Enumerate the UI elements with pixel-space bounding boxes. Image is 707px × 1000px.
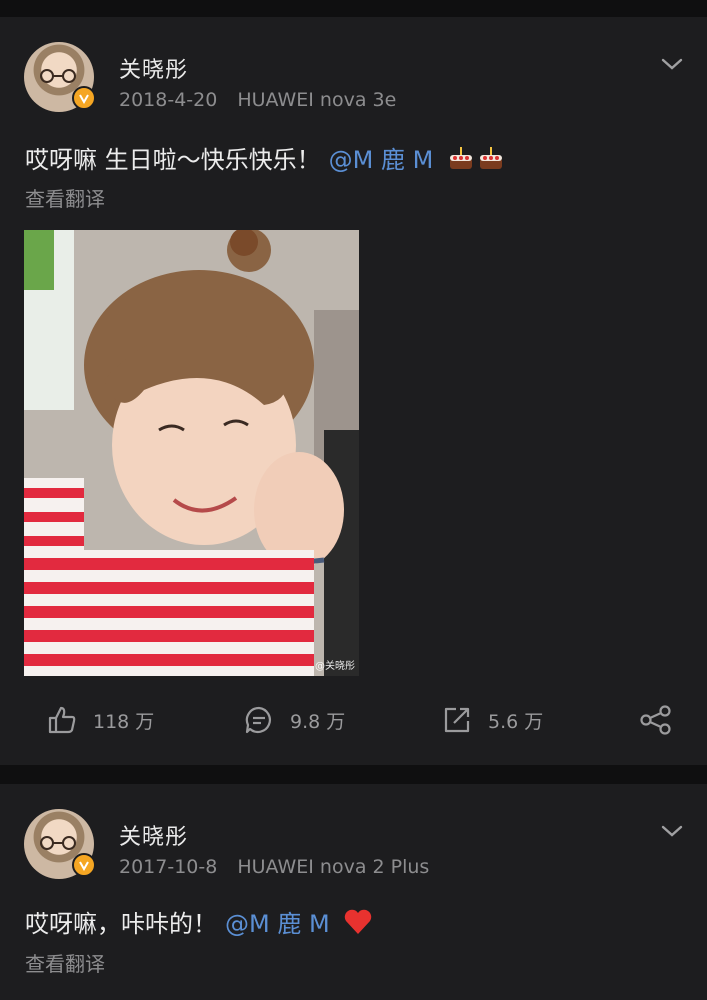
- mention-link[interactable]: @M 鹿 M: [329, 146, 434, 174]
- repost-button[interactable]: 5.6 万: [442, 700, 543, 740]
- image-watermark: @关晓彤: [315, 661, 355, 672]
- comment-icon: [245, 706, 271, 734]
- mention-link[interactable]: @M 鹿 M: [225, 910, 330, 938]
- share-button[interactable]: [640, 700, 688, 740]
- repost-icon: [444, 707, 470, 733]
- post-meta: 2018-4-20 HUAWEI nova 3e: [119, 89, 396, 111]
- like-count: 118 万: [93, 710, 155, 733]
- post-actions: 118 万 9.8 万 5.6 万: [0, 700, 707, 740]
- share-icon: [640, 705, 671, 735]
- post-date: 2018-4-20: [119, 89, 218, 111]
- post-card[interactable]: 关晓彤 2018-4-20 HUAWEI nova 3e 哎呀嘛 生日啦～快乐快乐…: [0, 17, 707, 765]
- post-device: HUAWEI nova 3e: [237, 89, 397, 111]
- post-device: HUAWEI nova 2 Plus: [237, 856, 430, 878]
- glasses-icon: [40, 836, 76, 850]
- portrait-image: [24, 230, 359, 676]
- repost-count: 5.6 万: [488, 710, 544, 733]
- comment-button[interactable]: 9.8 万: [244, 700, 345, 740]
- like-button[interactable]: 118 万: [47, 700, 154, 740]
- user-name[interactable]: 关晓彤: [119, 52, 188, 84]
- post-date: 2017-10-8: [119, 856, 218, 878]
- chevron-down-icon[interactable]: [661, 824, 683, 838]
- post-card[interactable]: 关晓彤 2017-10-8 HUAWEI nova 2 Plus 哎呀嘛，咔咔的！…: [0, 784, 707, 1000]
- post-text: 哎呀嘛 生日啦～快乐快乐！ @M 鹿 M: [25, 140, 505, 175]
- comment-count: 9.8 万: [290, 710, 346, 733]
- glasses-icon: [40, 69, 76, 83]
- cake-emoji-icon: [479, 147, 502, 169]
- avatar[interactable]: [24, 809, 96, 879]
- user-name[interactable]: 关晓彤: [119, 819, 188, 851]
- cake-emoji-icon: [449, 147, 472, 169]
- avatar[interactable]: [24, 42, 96, 112]
- translate-link[interactable]: 查看翻译: [25, 183, 105, 212]
- post-text: 哎呀嘛，咔咔的！ @M 鹿 M: [25, 904, 373, 939]
- weibo-feed: 关晓彤 2018-4-20 HUAWEI nova 3e 哎呀嘛 生日啦～快乐快乐…: [0, 0, 707, 1000]
- verified-badge-icon: [72, 853, 96, 877]
- post-body: 哎呀嘛 生日啦～快乐快乐！: [25, 146, 321, 174]
- translate-link[interactable]: 查看翻译: [25, 948, 105, 977]
- post-photo[interactable]: @关晓彤: [24, 230, 359, 676]
- heart-emoji-icon: [345, 909, 372, 934]
- post-body: 哎呀嘛，咔咔的！: [25, 910, 217, 938]
- thumbs-up-icon: [48, 706, 76, 734]
- chevron-down-icon[interactable]: [661, 57, 683, 71]
- post-meta: 2017-10-8 HUAWEI nova 2 Plus: [119, 856, 429, 878]
- verified-badge-icon: [72, 86, 96, 110]
